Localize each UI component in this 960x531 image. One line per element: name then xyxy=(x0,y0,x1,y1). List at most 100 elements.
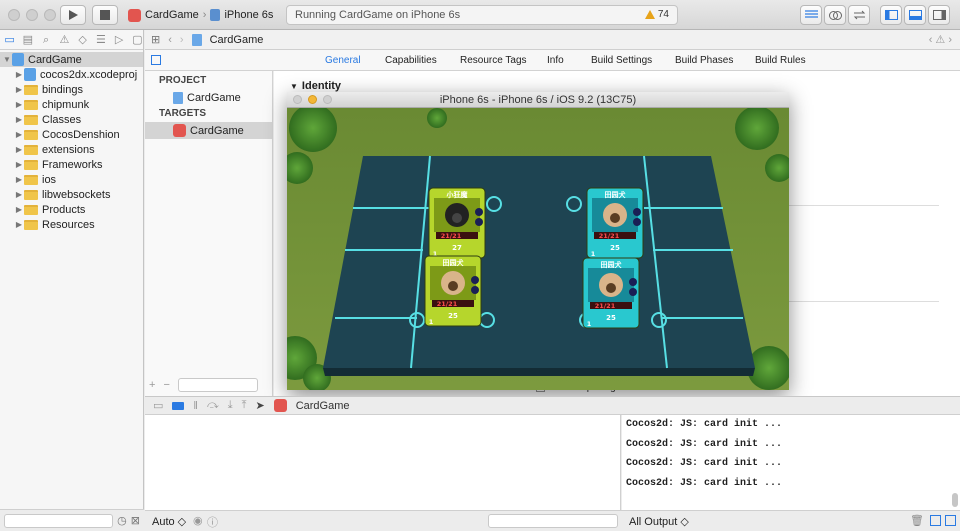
game-card[interactable]: 田园犬 21/21 25 1 xyxy=(586,187,644,259)
sidebar-item-chipmunk[interactable]: ▶ chipmunk xyxy=(0,97,143,112)
trash-icon[interactable]: 🗑 xyxy=(910,514,924,527)
disclosure-closed-icon[interactable]: ▶ xyxy=(14,115,24,124)
process-label[interactable]: CardGame xyxy=(296,400,350,412)
assistant-editor-button[interactable] xyxy=(824,5,846,25)
show-variables-icon[interactable] xyxy=(930,515,941,526)
disclosure-closed-icon[interactable]: ▶ xyxy=(14,175,24,184)
step-over-icon[interactable]: ⤼ xyxy=(207,399,219,412)
sidebar-item-cocos2dx-xcodeproj[interactable]: ▶ cocos2dx.xcodeproj xyxy=(0,67,143,82)
step-out-icon[interactable]: ⤒ xyxy=(242,399,247,412)
disclosure-closed-icon[interactable]: ▶ xyxy=(14,100,24,109)
disclosure-closed-icon[interactable]: ▶ xyxy=(14,205,24,214)
add-target-button[interactable]: + xyxy=(149,379,155,391)
sidebar-item-classes[interactable]: ▶ Classes xyxy=(0,112,143,127)
location-icon[interactable]: ➤ xyxy=(255,399,264,412)
sidebar-item-products[interactable]: ▶ Products xyxy=(0,202,143,217)
simulator-title-bar[interactable]: iPhone 6s - iPhone 6s / iOS 9.2 (13C75) xyxy=(287,92,789,108)
search-icon[interactable]: ⌕ xyxy=(41,34,52,46)
sim-minimize-button[interactable] xyxy=(308,95,317,104)
console-scrollbar[interactable] xyxy=(952,493,958,507)
pause-icon[interactable]: ‖ xyxy=(193,400,198,412)
sidebar-item-extensions[interactable]: ▶ extensions xyxy=(0,142,143,157)
scheme-selector[interactable]: CardGame › iPhone 6s xyxy=(128,6,273,24)
sidebar-item-label: extensions xyxy=(42,143,95,156)
forward-button[interactable]: › xyxy=(180,34,184,46)
game-card[interactable]: 田园犬 21/21 25 1 xyxy=(424,255,482,327)
disclosure-closed-icon[interactable]: ▶ xyxy=(14,145,24,154)
console-view[interactable]: Cocos2d: JS: card init ... Cocos2d: JS: … xyxy=(622,415,960,510)
targets-filter-input[interactable] xyxy=(177,378,258,392)
sidebar-item-libwebsockets[interactable]: ▶ libwebsockets xyxy=(0,187,143,202)
disclosure-closed-icon[interactable]: ▶ xyxy=(14,130,24,139)
sidebar-item-resources[interactable]: ▶ Resources xyxy=(0,217,143,232)
report-icon[interactable]: ▢ xyxy=(132,34,143,46)
remove-target-button[interactable]: − xyxy=(163,379,169,391)
sidebar-item-cocosdenshion[interactable]: ▶ CocosDenshion xyxy=(0,127,143,142)
project-item[interactable]: CardGame xyxy=(145,89,272,106)
symbol-icon[interactable]: ▤ xyxy=(22,34,33,46)
disclosure-closed-icon[interactable]: ▶ xyxy=(14,85,24,94)
output-popup[interactable]: All Output ◇ xyxy=(629,515,689,528)
tab-build-settings[interactable]: Build Settings xyxy=(591,55,652,66)
run-button[interactable] xyxy=(60,5,86,25)
close-window-button[interactable] xyxy=(8,9,20,21)
variables-filter-input[interactable] xyxy=(488,514,618,528)
auto-scope-popup[interactable]: Auto ◇ xyxy=(152,515,186,528)
breakpoint-icon[interactable]: ▷ xyxy=(114,34,125,46)
debug-icon[interactable]: ☰ xyxy=(95,34,106,46)
navigator-filter-input[interactable] xyxy=(4,513,114,528)
tab-resource-tags[interactable]: Resource Tags xyxy=(460,55,527,66)
toggle-debug-area-button[interactable] xyxy=(904,5,926,25)
stop-button[interactable] xyxy=(92,5,118,25)
toggle-targets-list-icon[interactable] xyxy=(151,55,161,65)
test-icon[interactable]: ◇ xyxy=(77,34,88,46)
disclosure-closed-icon[interactable]: ▶ xyxy=(14,160,24,169)
sidebar-item-frameworks[interactable]: ▶ Frameworks xyxy=(0,157,143,172)
quick-look-icon[interactable]: ◉ xyxy=(193,514,203,527)
tab-capabilities[interactable]: Capabilities xyxy=(385,55,437,66)
recent-files-icon[interactable]: ◷ xyxy=(117,514,127,527)
sim-zoom-button[interactable] xyxy=(323,95,332,104)
back-button[interactable]: ‹ xyxy=(168,34,172,46)
tab-build-phases[interactable]: Build Phases xyxy=(675,55,733,66)
breakpoints-toggle-icon[interactable] xyxy=(172,401,185,410)
disclosure-open-icon[interactable]: ▼ xyxy=(2,55,12,64)
disclosure-closed-icon[interactable]: ▶ xyxy=(14,190,24,199)
related-items-icon[interactable]: ⊞ xyxy=(151,33,160,46)
debug-bar: ▭ ‖ ⤼ ⤓ ⤒ ➤ CardGame xyxy=(145,396,960,415)
identity-section[interactable]: ▼ Identity xyxy=(290,80,341,92)
step-into-icon[interactable]: ⤓ xyxy=(228,399,233,412)
tab-info[interactable]: Info xyxy=(547,55,564,66)
target-item[interactable]: CardGame xyxy=(145,122,272,139)
source-control-filter-icon[interactable]: ⊠ xyxy=(131,514,140,527)
toggle-utilities-button[interactable] xyxy=(928,5,950,25)
jump-bar: ⊞ ‹ › CardGame ‹ ⚠ › xyxy=(145,30,960,50)
breadcrumb[interactable]: CardGame xyxy=(210,34,264,46)
sim-close-button[interactable] xyxy=(293,95,302,104)
sidebar-item-ios[interactable]: ▶ ios xyxy=(0,172,143,187)
tree-root[interactable]: ▼ CardGame xyxy=(0,52,143,67)
tab-build-rules[interactable]: Build Rules xyxy=(755,55,806,66)
game-screen[interactable]: 小狂魔 21/21 27 1 田园犬 21/21 25 1 田园犬 21/21 25 1 田园犬 21/2… xyxy=(287,108,789,390)
standard-editor-button[interactable] xyxy=(800,5,822,25)
identity-header: Identity xyxy=(301,80,342,92)
game-card[interactable]: 小狂魔21/21271 xyxy=(428,187,486,259)
disclosure-closed-icon[interactable]: ▶ xyxy=(14,70,24,79)
warning-badge[interactable]: 74 xyxy=(644,9,669,20)
toggle-navigator-button[interactable] xyxy=(880,5,902,25)
show-console-icon[interactable] xyxy=(945,515,956,526)
simulator-window[interactable]: iPhone 6s - iPhone 6s / iOS 9.2 (13C75) xyxy=(287,92,789,390)
issue-nav-icon[interactable]: ‹ ⚠ › xyxy=(929,33,952,46)
info-icon[interactable]: ⓘ xyxy=(207,514,218,530)
hide-debug-area-icon[interactable]: ▭ xyxy=(153,399,163,412)
tab-general[interactable]: General xyxy=(325,55,361,66)
zoom-window-button[interactable] xyxy=(44,9,56,21)
sidebar-item-bindings[interactable]: ▶ bindings xyxy=(0,82,143,97)
disclosure-closed-icon[interactable]: ▶ xyxy=(14,220,24,229)
folder-icon[interactable]: ▭ xyxy=(4,34,15,46)
game-card[interactable]: 田园犬 21/21 25 1 xyxy=(582,257,640,329)
minimize-window-button[interactable] xyxy=(26,9,38,21)
version-editor-button[interactable] xyxy=(848,5,870,25)
issue-icon[interactable]: ⚠ xyxy=(59,34,70,46)
device-icon xyxy=(210,9,221,21)
